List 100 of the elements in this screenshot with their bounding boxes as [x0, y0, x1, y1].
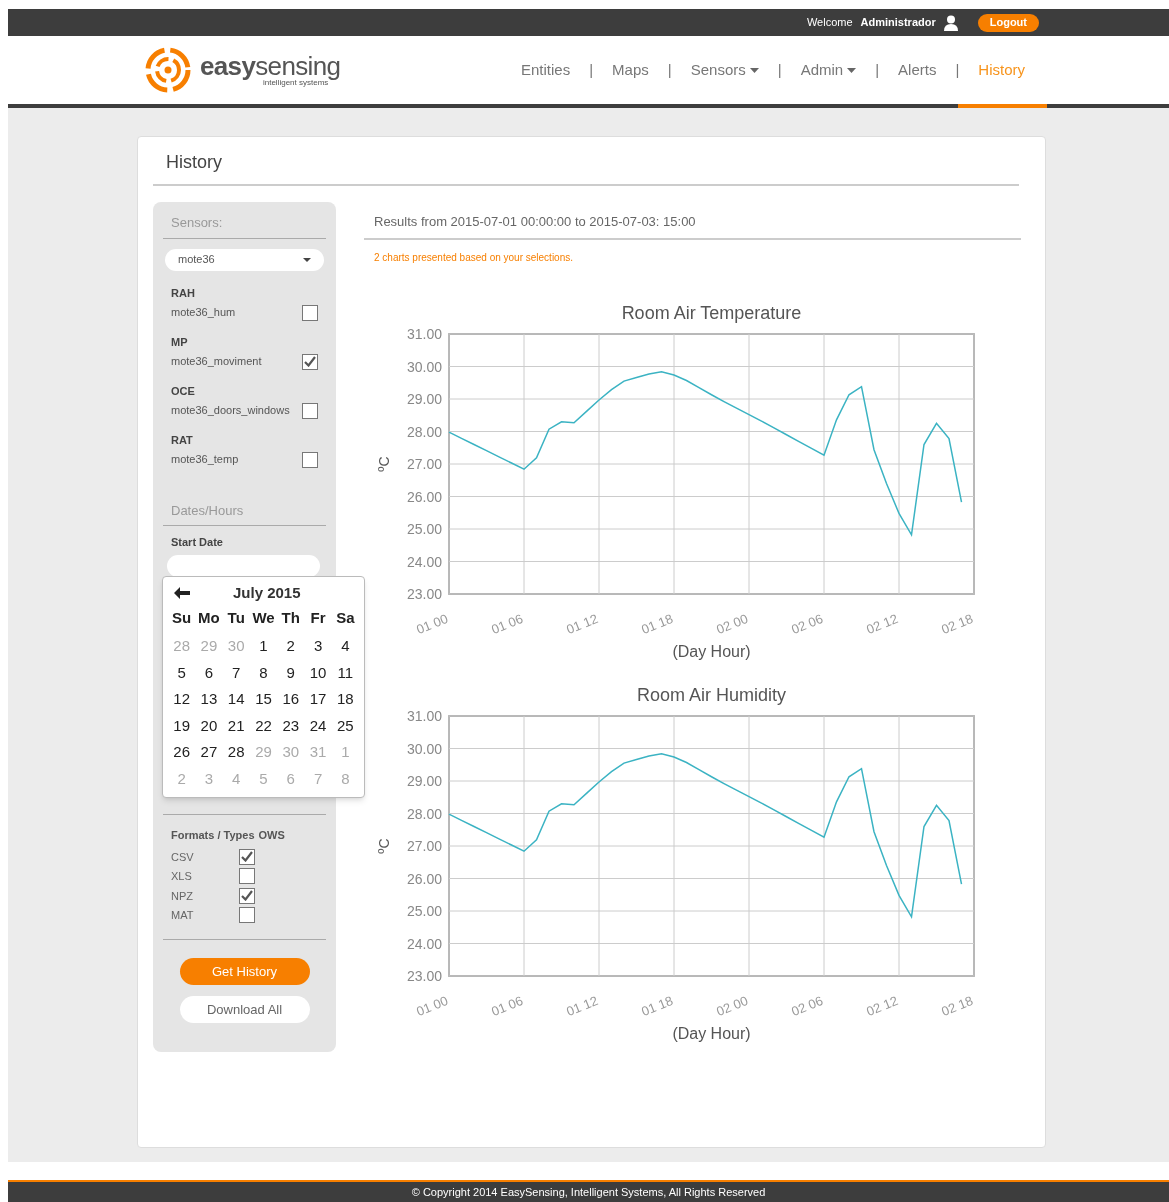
field-label: Start Date	[170, 535, 224, 550]
calendar-day[interactable]: 1	[249, 633, 278, 660]
nav-separator: |	[589, 59, 594, 80]
checkbox[interactable]	[239, 907, 255, 924]
calendar-day[interactable]: 15	[249, 686, 278, 713]
sensor-group-label: MP	[171, 334, 189, 350]
calendar-day[interactable]: 25	[331, 712, 359, 739]
x-tick-label: 02 12	[864, 610, 901, 637]
sensor-name: mote36_moviment	[171, 354, 262, 370]
calendar-day[interactable]: 23	[277, 712, 305, 739]
x-tick-label: 02 00	[714, 992, 751, 1019]
y-tick-label: 29.00	[406, 772, 442, 789]
y-tick-label: 25.00	[406, 902, 442, 919]
calendar-day[interactable]: 5	[168, 659, 196, 686]
checkbox[interactable]	[302, 451, 318, 468]
calendar-day[interactable]: 21	[222, 712, 250, 739]
checkbox[interactable]	[239, 848, 255, 865]
nav-link[interactable]: Sensors	[690, 58, 759, 82]
section-label: OWS	[258, 827, 285, 843]
y-tick-label: 25.00	[406, 520, 442, 537]
caret-icon	[303, 257, 311, 262]
copyright-text: © Copyright 2014 EasySensing, Intelligent Systems, All Rights Reserved	[411, 1184, 766, 1200]
checkmark-icon	[241, 890, 253, 902]
calendar-day[interactable]: 28	[222, 739, 250, 766]
calendar-day[interactable]: 8	[249, 659, 278, 686]
calendar-day[interactable]: 12	[168, 686, 196, 713]
calendar-day[interactable]: 14	[222, 686, 250, 713]
y-axis-label: ºC	[376, 455, 392, 472]
x-tick-label: 01 12	[564, 610, 601, 637]
sensor-name: mote36_temp	[171, 452, 239, 468]
welcome-text: Welcome	[806, 15, 853, 31]
x-tick-label: 02 12	[864, 992, 901, 1019]
y-tick-label: 28.00	[406, 805, 442, 821]
x-tick-label: 02 00	[714, 610, 751, 637]
y-tick-label: 30.00	[406, 740, 442, 756]
chart-title: Room Air Temperature	[621, 302, 802, 323]
checkbox[interactable]	[302, 304, 318, 321]
nav-link[interactable]: Alerts	[898, 58, 937, 82]
weekday-label: Mo	[197, 608, 221, 628]
y-tick-label: 26.00	[406, 870, 442, 886]
y-tick-label: 27.00	[406, 837, 442, 854]
calendar-day[interactable]: 26	[168, 739, 196, 766]
checkbox[interactable]	[302, 402, 318, 419]
checkbox[interactable]	[302, 353, 318, 370]
nav-link[interactable]: Maps	[612, 58, 649, 82]
format-label: XLS	[171, 869, 193, 884]
x-tick-label: 01 06	[489, 610, 526, 637]
page-title: History	[153, 137, 1019, 186]
calendar-day[interactable]: 7	[222, 659, 250, 686]
x-axis-label: (Day Hour)	[672, 1024, 751, 1042]
sensor-group-label: RAH	[171, 285, 196, 301]
calendar-day[interactable]: 16	[277, 686, 305, 713]
x-tick-label: 01 18	[639, 610, 676, 637]
nav-link[interactable]: Admin	[800, 58, 857, 82]
x-tick-label: 01 00	[414, 992, 451, 1019]
sensor-group-label: RAT	[171, 432, 194, 448]
x-tick-label: 01 00	[414, 610, 451, 637]
nav-link[interactable]: Entities	[521, 58, 571, 82]
results-note: 2 charts presented based on your selections.	[373, 250, 574, 265]
sensor-group-label: OCE	[171, 383, 196, 399]
download-all-button[interactable]: Download All	[179, 996, 310, 1023]
calendar-day[interactable]: 10	[304, 659, 332, 686]
checkbox[interactable]	[239, 887, 255, 904]
calendar-day[interactable]: 13	[195, 686, 223, 713]
start-date-field[interactable]	[167, 554, 320, 577]
y-tick-label: 31.00	[406, 707, 442, 724]
calendar-day[interactable]: 3	[304, 633, 332, 660]
x-tick-label: 01 18	[639, 992, 676, 1019]
weekday-label: Su	[171, 608, 193, 628]
previous-arrow-icon[interactable]	[174, 587, 190, 599]
calendar-day[interactable]: 11	[331, 659, 359, 686]
calendar-day[interactable]: 24	[304, 712, 332, 739]
calendar-day[interactable]: 9	[277, 659, 305, 686]
calendar-day[interactable]: 20	[195, 712, 223, 739]
y-axis-label: ºC	[376, 837, 392, 854]
calendar-day[interactable]: 19	[168, 712, 196, 739]
format-label: MAT	[171, 908, 195, 923]
x-axis-label: (Day Hour)	[672, 642, 751, 660]
y-tick-label: 30.00	[406, 358, 442, 374]
y-tick-label: 31.00	[406, 325, 442, 342]
calendar-day[interactable]: 17	[304, 686, 332, 713]
section-label: Formats / Types	[171, 827, 255, 843]
checkbox[interactable]	[239, 868, 255, 885]
y-tick-label: 28.00	[406, 423, 442, 439]
section-heading: Dates/Hours	[163, 500, 326, 526]
calendar-day[interactable]: 4	[331, 633, 359, 660]
y-tick-label: 24.00	[406, 553, 442, 569]
brand-name: easysensing	[200, 53, 341, 79]
calendar-day[interactable]: 6	[195, 659, 223, 686]
sensor-select[interactable]: mote36	[165, 248, 324, 271]
calendar-day[interactable]: 2	[277, 633, 305, 660]
user-icon	[943, 14, 958, 31]
calendar-day[interactable]: 22	[249, 712, 278, 739]
calendar-day[interactable]: 18	[331, 686, 359, 713]
weekday-label: Th	[280, 608, 301, 628]
x-tick-label: 02 18	[939, 610, 976, 637]
nav-separator: |	[875, 59, 880, 80]
y-tick-label: 23.00	[406, 585, 442, 602]
calendar-day[interactable]: 27	[195, 739, 223, 766]
nav-separator: |	[777, 59, 782, 80]
